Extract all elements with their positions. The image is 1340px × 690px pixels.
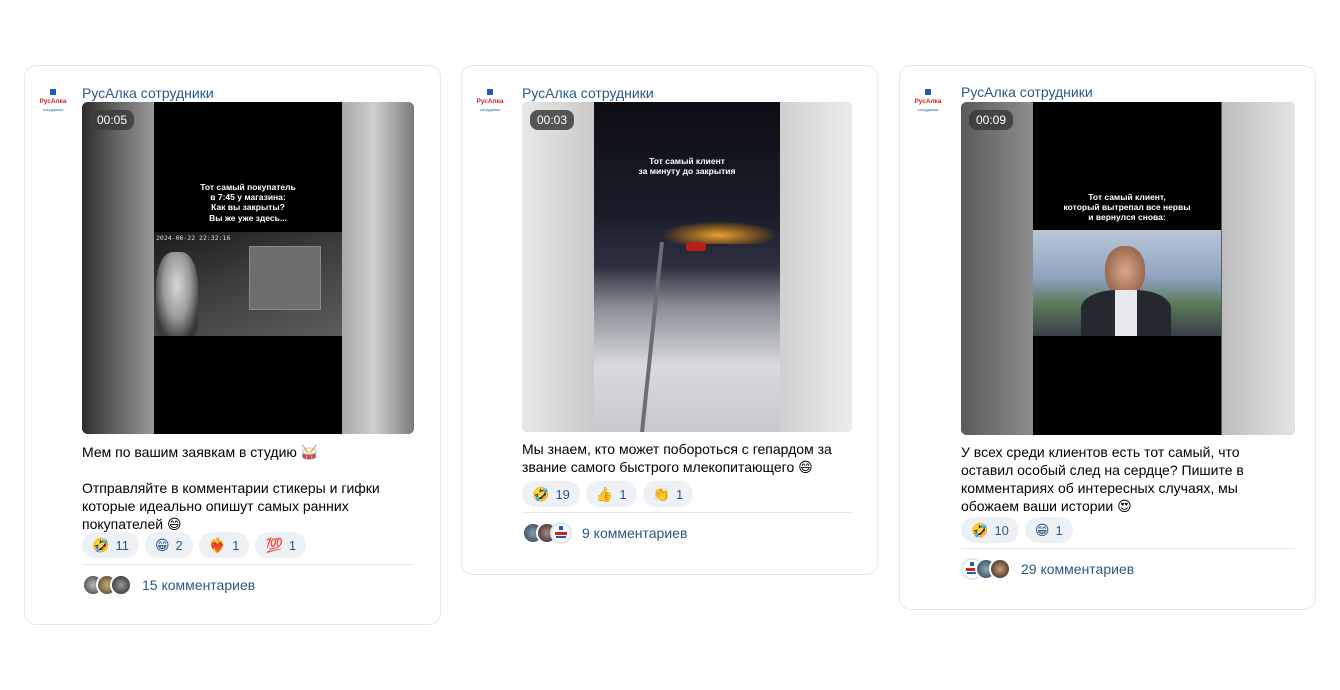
post-card: РусАлка сотрудники РусАлка сотрудники То… bbox=[461, 65, 878, 575]
avatar bbox=[550, 522, 572, 544]
reactions-bar: 🤣 11 😁 2 ❤️‍🔥 1 💯 1 bbox=[82, 532, 307, 558]
comments-row[interactable]: 9 комментариев bbox=[522, 522, 687, 544]
reaction-hundred[interactable]: 💯 1 bbox=[255, 532, 307, 558]
divider bbox=[961, 548, 1295, 549]
video-duration: 00:03 bbox=[530, 110, 575, 130]
city-lights bbox=[664, 222, 774, 244]
post-text: Мы знаем, кто может побороться с гепардо… bbox=[522, 441, 832, 475]
community-logo[interactable]: РусАлка сотрудники bbox=[39, 88, 67, 114]
video-caption: Тот самый клиент за минуту до закрытия bbox=[638, 156, 736, 177]
laughing-man-image bbox=[1033, 230, 1221, 336]
man-shirt bbox=[1115, 290, 1137, 336]
post-text: У всех среди клиентов есть тот самый, чт… bbox=[961, 444, 1244, 514]
shelf-shape bbox=[249, 246, 321, 310]
reaction-clap[interactable]: 👏 1 bbox=[642, 481, 694, 507]
reactions-bar: 🤣 19 👍 1 👏 1 bbox=[522, 481, 694, 507]
svg-text:сотрудники: сотрудники bbox=[43, 107, 64, 112]
video-duration: 00:09 bbox=[969, 110, 1014, 130]
red-car bbox=[686, 242, 706, 251]
post-author[interactable]: РусАлка сотрудники bbox=[961, 84, 1093, 100]
video-frame: Тот самый клиент, который вытрепал все н… bbox=[1033, 102, 1221, 435]
reaction-rofl[interactable]: 🤣 10 bbox=[961, 517, 1019, 543]
divider bbox=[522, 512, 852, 513]
svg-text:сотрудники: сотрудники bbox=[480, 107, 501, 112]
svg-text:сотрудники: сотрудники bbox=[918, 107, 939, 112]
post-card: РусАлка сотрудники РусАлка сотрудники То… bbox=[899, 65, 1316, 610]
reaction-grin[interactable]: 😁 1 bbox=[1024, 517, 1073, 543]
comments-row[interactable]: 29 комментариев bbox=[961, 558, 1134, 580]
post-author[interactable]: РусАлка сотрудники bbox=[522, 85, 654, 101]
reaction-thumbs-up[interactable]: 👍 1 bbox=[585, 481, 637, 507]
reaction-grin[interactable]: 😁 2 bbox=[144, 532, 193, 558]
comments-row[interactable]: 15 комментариев bbox=[82, 574, 255, 596]
community-logo[interactable]: РусАлка сотрудники bbox=[476, 88, 504, 114]
comments-link[interactable]: 29 комментариев bbox=[1021, 561, 1134, 577]
video-frame: Тот самый покупатель в 7:45 у магазина: … bbox=[154, 102, 342, 434]
video-player[interactable]: Тот самый клиент, который вытрепал все н… bbox=[961, 102, 1295, 435]
reaction-rofl[interactable]: 🤣 11 bbox=[82, 532, 139, 558]
community-avatar-icon bbox=[555, 526, 567, 538]
man-face bbox=[1105, 246, 1145, 296]
comments-link[interactable]: 15 комментариев bbox=[142, 577, 255, 593]
reaction-rofl[interactable]: 🤣 19 bbox=[522, 481, 580, 507]
commenter-avatars bbox=[961, 558, 1011, 580]
video-frame: Тот самый клиент за минуту до закрытия bbox=[594, 102, 780, 432]
video-player[interactable]: Тот самый клиент за минуту до закрытия 0… bbox=[522, 102, 852, 432]
community-logo[interactable]: РусАлка сотрудники bbox=[914, 88, 942, 114]
svg-text:РусАлка: РусАлка bbox=[476, 98, 503, 105]
cat-scene: 2024-06-22 22:32:16 bbox=[154, 232, 342, 336]
avatar bbox=[989, 558, 1011, 580]
railing bbox=[640, 242, 664, 432]
video-timestamp: 2024-06-22 22:32:16 bbox=[156, 234, 231, 242]
reaction-heart-fire[interactable]: ❤️‍🔥 1 bbox=[198, 532, 250, 558]
post-author[interactable]: РусАлка сотрудники bbox=[82, 85, 214, 101]
video-duration: 00:05 bbox=[90, 110, 135, 130]
post-card: РусАлка сотрудники РусАлка сотрудники То… bbox=[24, 65, 441, 625]
post-text: Мем по вашим заявкам в студию 🥁 Отправля… bbox=[82, 444, 380, 532]
video-caption: Тот самый клиент, который вытрепал все н… bbox=[1063, 192, 1191, 223]
svg-text:РусАлка: РусАлка bbox=[914, 98, 941, 105]
video-player[interactable]: Тот самый покупатель в 7:45 у магазина: … bbox=[82, 102, 414, 434]
video-caption: Тот самый покупатель в 7:45 у магазина: … bbox=[200, 182, 296, 223]
reactions-bar: 🤣 10 😁 1 bbox=[961, 517, 1073, 543]
divider bbox=[82, 564, 414, 565]
comments-link[interactable]: 9 комментариев bbox=[582, 525, 687, 541]
commenter-avatars bbox=[82, 574, 132, 596]
avatar bbox=[110, 574, 132, 596]
cat-image bbox=[156, 252, 198, 336]
commenter-avatars bbox=[522, 522, 572, 544]
svg-text:РусАлка: РусАлка bbox=[39, 98, 66, 105]
